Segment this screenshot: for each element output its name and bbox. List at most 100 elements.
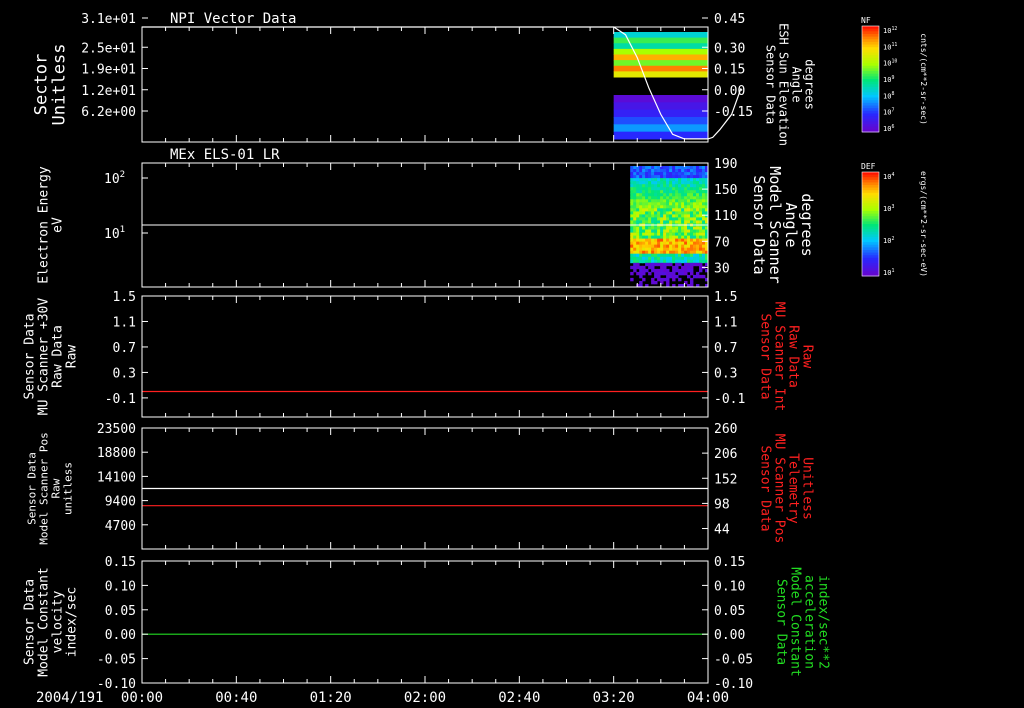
y2-axis-label-line: Model Constant (788, 567, 803, 677)
y-axis-label-line: Sector (32, 54, 52, 115)
heatmap-cell (636, 205, 640, 209)
heatmap-cell (663, 235, 667, 239)
heatmap-cell (654, 244, 658, 248)
heatmap-cell (636, 271, 640, 276)
heatmap-cell (648, 259, 652, 264)
heatmap-cell (651, 190, 655, 194)
heatmap-cell (642, 208, 646, 212)
heatmap-cell (613, 124, 708, 133)
heatmap-cell (648, 196, 652, 200)
heatmap-cell (696, 226, 700, 230)
heatmap-cell (693, 196, 697, 200)
heatmap-cell (663, 226, 667, 230)
heatmap-cell (699, 193, 703, 197)
heatmap-cell (633, 181, 637, 185)
tick-label: 110 (714, 209, 737, 224)
heatmap-cell (645, 187, 649, 191)
tick-label: -0.05 (97, 653, 136, 668)
heatmap-cell (642, 256, 646, 261)
heatmap-cell (651, 187, 655, 191)
heatmap-cell (639, 181, 643, 185)
heatmap-cell (651, 229, 655, 233)
heatmap-cell (675, 187, 679, 191)
heatmap-cell (693, 232, 697, 236)
heatmap-cell (684, 208, 688, 212)
heatmap-cell (666, 214, 670, 218)
heatmap-cell (675, 190, 679, 194)
heatmap-cell (687, 238, 691, 242)
heatmap-cell (678, 205, 682, 209)
heatmap-cell (696, 259, 700, 264)
heatmap-cell (693, 190, 697, 194)
heatmap-cell (672, 175, 676, 179)
heatmap-cell (660, 250, 664, 255)
heatmap-cell (702, 217, 706, 221)
heatmap-cell (642, 196, 646, 200)
heatmap-cell (681, 196, 685, 200)
heatmap-cell (699, 172, 703, 176)
y2-axis-label-line: Raw (800, 345, 815, 369)
heatmap-cell (639, 166, 643, 170)
heatmap-cell (636, 184, 640, 188)
heatmap-cell (630, 265, 634, 270)
colorbar-tick-label: 107 (883, 108, 894, 117)
heatmap-cell (663, 184, 667, 188)
tick-label: 101 (104, 225, 125, 242)
y2-axis-label-line: Sensor Data (774, 579, 789, 665)
y2-axis-label-line: Angle (790, 66, 804, 102)
tick-label: -0.15 (714, 105, 753, 120)
heatmap-cell (684, 196, 688, 200)
heatmap-cell (633, 217, 637, 221)
heatmap-cell (690, 202, 694, 206)
heatmap-cell (696, 193, 700, 197)
heatmap-cell (666, 229, 670, 233)
heatmap-cell (642, 172, 646, 176)
heatmap-cell (672, 166, 676, 170)
heatmap-cell (645, 172, 649, 176)
heatmap-cell (693, 259, 697, 264)
heatmap-cell (645, 166, 649, 170)
heatmap-cell (633, 229, 637, 233)
heatmap-cell (675, 202, 679, 206)
heatmap-cell (642, 268, 646, 273)
heatmap-cell (654, 190, 658, 194)
heatmap-cell (696, 250, 700, 255)
tick-label: 0.00 (714, 628, 745, 643)
heatmap-cell (636, 229, 640, 233)
heatmap-cell (666, 220, 670, 224)
panel-title: NPI Vector Data (170, 11, 296, 27)
heatmap-cell (642, 199, 646, 203)
heatmap-cell (639, 178, 643, 182)
heatmap-cell (630, 187, 634, 191)
heatmap-cell (699, 187, 703, 191)
panel-5: Sensor Data Model Constantvelocity index/s… (22, 560, 831, 684)
heatmap-cell (657, 193, 661, 197)
heatmap-cell (639, 205, 643, 209)
heatmap-cell (684, 178, 688, 182)
colorbar-unit: cnts/(cm**2-sr-sec) (919, 33, 928, 125)
heatmap-cell (636, 220, 640, 224)
heatmap-cell (675, 184, 679, 188)
heatmap-cell (630, 214, 634, 218)
heatmap-cell (645, 178, 649, 182)
heatmap-cell (657, 178, 661, 182)
heatmap-cell (630, 217, 634, 221)
y2-axis-label: Sensor Data MU Scanner Pos Telemetry Unitle… (758, 434, 815, 544)
heatmap-cell (675, 169, 679, 173)
heatmap-cell (684, 235, 688, 239)
heatmap-cell (693, 214, 697, 218)
heatmap-cell (666, 211, 670, 215)
heatmap-cell (636, 244, 640, 248)
heatmap-cell (654, 250, 658, 255)
heatmap-cell (699, 250, 703, 255)
y2-axis-label-line: ESH Sun Elevation (777, 23, 791, 146)
heatmap-cell (699, 274, 703, 279)
heatmap-cell (702, 235, 706, 239)
heatmap-cell (696, 217, 700, 221)
heatmap-cell (699, 178, 703, 182)
heatmap-cell (660, 211, 664, 215)
y-axis-label: Sensor Data Model Scanner Pos Rawunitless (26, 432, 75, 545)
heatmap-cell (630, 277, 634, 282)
heatmap-cell (699, 265, 703, 270)
panel-frame (141, 295, 709, 418)
